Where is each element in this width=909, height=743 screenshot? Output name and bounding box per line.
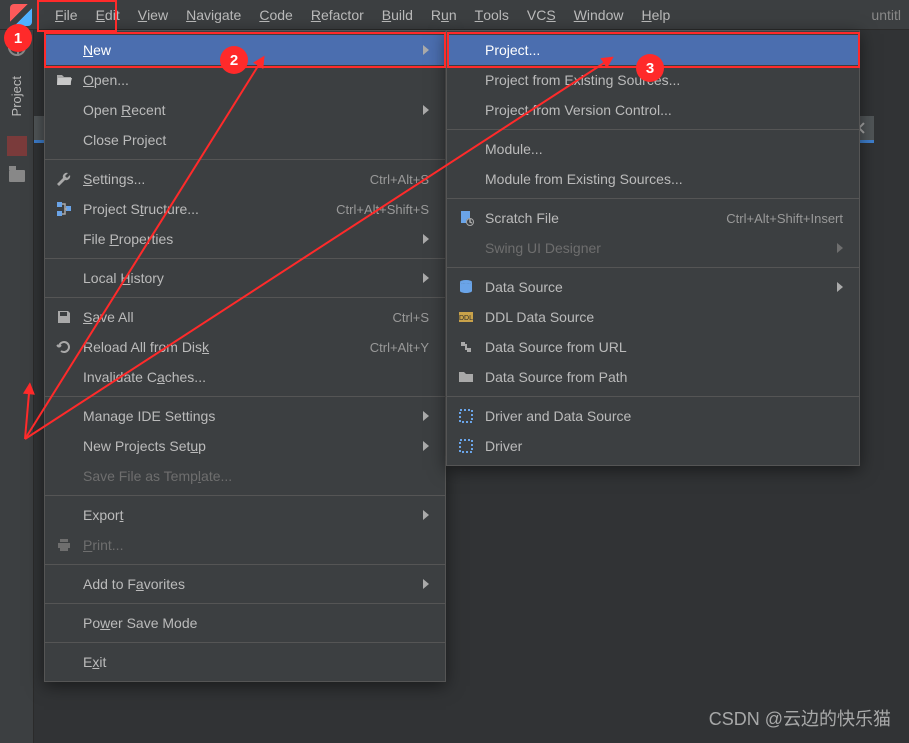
driver-icon — [457, 407, 475, 425]
structure-icon — [55, 200, 73, 218]
app-logo-icon — [10, 4, 32, 26]
reload-icon — [55, 338, 73, 356]
file-new-projects-setup[interactable]: New Projects Setup — [45, 431, 445, 461]
file-save-all[interactable]: Save All Ctrl+S — [45, 302, 445, 332]
folder-icon[interactable] — [9, 170, 25, 182]
submenu-arrow-icon — [423, 45, 429, 55]
annotation-marker-1: 1 — [4, 24, 32, 52]
new-data-source-url[interactable]: Data Source from URL — [447, 332, 859, 362]
submenu-arrow-icon — [837, 282, 843, 292]
menubar: File Edit View Navigate Code Refactor Bu… — [0, 0, 909, 30]
file-project-structure[interactable]: Project Structure... Ctrl+Alt+Shift+S — [45, 194, 445, 224]
watermark: CSDN @云边的快乐猫 — [709, 705, 891, 731]
menu-help[interactable]: Help — [633, 0, 680, 29]
menu-view[interactable]: View — [129, 0, 177, 29]
file-properties[interactable]: File Properties — [45, 224, 445, 254]
menu-vcs[interactable]: VCS — [518, 0, 565, 29]
save-icon — [55, 308, 73, 326]
print-icon — [55, 536, 73, 554]
submenu-arrow-icon — [423, 579, 429, 589]
file-export[interactable]: Export — [45, 500, 445, 530]
folder-icon — [457, 368, 475, 386]
file-settings[interactable]: Settings... Ctrl+Alt+S — [45, 164, 445, 194]
database-icon — [457, 278, 475, 296]
file-add-favorites[interactable]: Add to Favorites — [45, 569, 445, 599]
menu-run[interactable]: Run — [422, 0, 466, 29]
annotation-marker-2: 2 — [220, 46, 248, 74]
new-module[interactable]: Module... — [447, 134, 859, 164]
menu-file[interactable]: File — [46, 0, 87, 29]
file-close-project[interactable]: Close Project — [45, 125, 445, 155]
submenu-arrow-icon — [423, 510, 429, 520]
new-ddl-data-source[interactable]: DDL DDL Data Source — [447, 302, 859, 332]
project-tool-tab[interactable]: Project — [7, 70, 26, 122]
submenu-arrow-icon — [423, 411, 429, 421]
file-exit[interactable]: Exit — [45, 647, 445, 677]
file-open[interactable]: Open... — [45, 65, 445, 95]
file-reload[interactable]: Reload All from Disk Ctrl+Alt+Y — [45, 332, 445, 362]
new-data-source[interactable]: Data Source — [447, 272, 859, 302]
driver-icon — [457, 437, 475, 455]
new-driver-and-source[interactable]: Driver and Data Source — [447, 401, 859, 431]
menu-refactor[interactable]: Refactor — [302, 0, 373, 29]
folder-open-icon — [55, 71, 73, 89]
file-dropdown: New Open... Open Recent Close Project Se… — [44, 30, 446, 682]
menu-tools[interactable]: Tools — [466, 0, 518, 29]
submenu-arrow-icon — [423, 105, 429, 115]
file-power-save[interactable]: Power Save Mode — [45, 608, 445, 638]
menu-code[interactable]: Code — [250, 0, 301, 29]
submenu-arrow-icon — [837, 243, 843, 253]
new-project-from-vcs[interactable]: Project from Version Control... — [447, 95, 859, 125]
menu-build[interactable]: Build — [373, 0, 422, 29]
tool-thumb[interactable] — [7, 136, 27, 156]
submenu-arrow-icon — [423, 273, 429, 283]
menu-window[interactable]: Window — [565, 0, 633, 29]
new-driver[interactable]: Driver — [447, 431, 859, 461]
ddl-icon: DDL — [457, 308, 475, 326]
tool-window-bar-left: Project — [0, 30, 34, 743]
file-local-history[interactable]: Local History — [45, 263, 445, 293]
file-invalidate-caches[interactable]: Invalidate Caches... — [45, 362, 445, 392]
submenu-arrow-icon — [423, 441, 429, 451]
new-swing-ui[interactable]: Swing UI Designer — [447, 233, 859, 263]
new-module-from-existing[interactable]: Module from Existing Sources... — [447, 164, 859, 194]
url-icon — [457, 338, 475, 356]
file-open-recent[interactable]: Open Recent — [45, 95, 445, 125]
new-data-source-path[interactable]: Data Source from Path — [447, 362, 859, 392]
menu-edit[interactable]: Edit — [87, 0, 129, 29]
file-save-as-template: Save File as Template... — [45, 461, 445, 491]
annotation-marker-3: 3 — [636, 54, 664, 82]
file-print: Print... — [45, 530, 445, 560]
scratch-file-icon — [457, 209, 475, 227]
wrench-icon — [55, 170, 73, 188]
new-submenu: Project... Project from Existing Sources… — [446, 30, 860, 466]
menu-navigate[interactable]: Navigate — [177, 0, 250, 29]
submenu-arrow-icon — [423, 234, 429, 244]
file-manage-ide[interactable]: Manage IDE Settings — [45, 401, 445, 431]
project-title: untitl — [871, 0, 909, 29]
svg-text:DDL: DDL — [459, 315, 473, 322]
new-scratch-file[interactable]: Scratch File Ctrl+Alt+Shift+Insert — [447, 203, 859, 233]
